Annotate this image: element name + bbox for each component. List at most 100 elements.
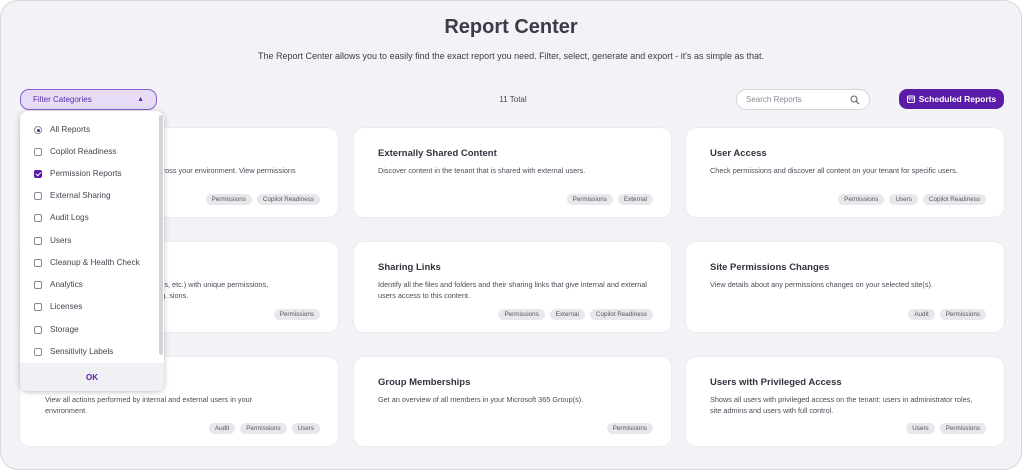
tag: Permissions (939, 309, 986, 320)
scheduled-reports-button[interactable]: Scheduled Reports (899, 89, 1004, 109)
filter-option-audit-logs[interactable]: Audit Logs (34, 213, 89, 222)
card-description: Discover content in the tenant that is s… (378, 166, 586, 175)
filter-option-permission-reports[interactable]: Permission Reports (34, 169, 121, 178)
calendar-icon (906, 95, 915, 103)
checkbox[interactable] (34, 147, 42, 156)
card-description: View all actions performed by internal a… (45, 395, 253, 415)
filter-option-users[interactable]: Users (34, 236, 71, 245)
filter-option-external-sharing[interactable]: External Sharing (34, 191, 111, 200)
filter-categories-button[interactable]: Filter Categories ▲ (20, 89, 157, 110)
card-title: Group Memberships (378, 377, 471, 388)
filter-option-label: External Sharing (50, 191, 111, 200)
checkbox[interactable] (34, 236, 42, 245)
tag: Permissions (240, 423, 287, 434)
card-description: Identify all the files and folders and t… (378, 280, 647, 300)
checkbox[interactable] (34, 169, 42, 178)
tag: Audit (208, 423, 236, 434)
card-tags: Permissions (273, 309, 320, 320)
filter-option-licenses[interactable]: Licenses (34, 302, 82, 311)
card-tags: Permissions Copilot Readiness (205, 194, 320, 205)
card-tags: Permissions External Copilot Readiness (498, 309, 653, 320)
checkbox[interactable] (34, 302, 42, 311)
tag: Copilot Readiness (922, 194, 986, 205)
tag: Users (889, 194, 918, 205)
checkbox[interactable] (34, 325, 42, 334)
filter-option-cleanup-health-check[interactable]: Cleanup & Health Check (34, 258, 140, 267)
search-icon[interactable] (850, 94, 860, 105)
card-description: files, etc.) with unique permissions, e.… (155, 280, 269, 300)
filter-option-label: Permission Reports (50, 169, 122, 178)
report-card-externally-shared-content[interactable]: Externally Shared Content Discover conte… (354, 128, 671, 217)
card-tags: Audit Permissions Users (208, 423, 320, 434)
card-tags: Audit Permissions (908, 309, 986, 320)
tag: Users (291, 423, 320, 434)
filter-option-storage[interactable]: Storage (34, 325, 79, 334)
report-card-site-permissions-changes[interactable]: Site Permissions Changes View details ab… (686, 242, 1004, 332)
dropdown-footer: OK (20, 363, 164, 391)
filter-option-label: Copilot Readiness (50, 147, 117, 156)
filter-option-label: Analytics (50, 280, 83, 289)
card-tags: Permissions (606, 423, 653, 434)
page-title: Report Center (444, 16, 578, 38)
scheduled-reports-label: Scheduled Reports (918, 94, 997, 104)
tag: Audit (908, 309, 935, 320)
report-center-page: Report Center The Report Center allows y… (0, 0, 1022, 470)
search-input[interactable] (746, 95, 846, 104)
report-card-users-with-privileged-access[interactable]: Users with Privileged Access Shows all u… (686, 357, 1004, 446)
card-description: Shows all users with privileged access o… (710, 395, 973, 415)
card-title: Users with Privileged Access (710, 377, 842, 388)
filter-option-label: Cleanup & Health Check (50, 258, 140, 267)
filter-option-sensitivity-labels[interactable]: Sensitivity Labels (34, 347, 113, 356)
filter-option-label: Audit Logs (50, 213, 89, 222)
tag: Users (906, 423, 935, 434)
ok-button[interactable]: OK (86, 373, 98, 382)
filter-categories-dropdown: All Reports Copilot Readiness Permission… (20, 111, 164, 391)
filter-option-all-reports[interactable]: All Reports (34, 125, 90, 134)
report-card-sharing-links[interactable]: Sharing Links Identify all the files and… (354, 242, 671, 332)
card-title: Site Permissions Changes (710, 262, 830, 273)
filter-options-list: All Reports Copilot Readiness Permission… (20, 111, 164, 363)
report-card-user-access[interactable]: User Access Check permissions and discov… (686, 128, 1004, 217)
checkbox[interactable] (34, 258, 42, 267)
card-description: View details about any permissions chang… (710, 280, 933, 289)
filter-categories-label: Filter Categories (33, 95, 92, 104)
card-description: Check permissions and discover all conte… (710, 166, 958, 175)
filter-option-label: Sensitivity Labels (50, 347, 114, 356)
tag: Permissions (205, 194, 252, 205)
radio-button[interactable] (34, 125, 42, 134)
dropdown-scrollbar[interactable] (159, 115, 163, 355)
tag: External (617, 194, 653, 205)
report-card-group-memberships[interactable]: Group Memberships Get an overview of all… (354, 357, 671, 446)
card-description: across your environment. View permission… (155, 166, 296, 175)
checkbox[interactable] (34, 191, 42, 200)
total-count: 11 Total (499, 95, 527, 104)
search-box[interactable] (736, 89, 870, 110)
filter-option-label: Storage (50, 325, 79, 334)
filter-option-label: Licenses (50, 302, 83, 311)
tag: Copilot Readiness (256, 194, 320, 205)
card-tags: Permissions External (566, 194, 653, 205)
tag: Permissions (939, 423, 986, 434)
filter-option-label: All Reports (50, 125, 91, 134)
checkbox[interactable] (34, 347, 42, 356)
chevron-up-icon: ▲ (137, 96, 144, 103)
tag: Permissions (498, 309, 545, 320)
filter-option-copilot-readiness[interactable]: Copilot Readiness (34, 147, 116, 156)
tag: Permissions (606, 423, 653, 434)
checkbox[interactable] (34, 213, 42, 222)
page-subtitle: The Report Center allows you to easily f… (258, 51, 764, 61)
filter-option-label: Users (50, 236, 72, 245)
card-tags: Users Permissions (906, 423, 986, 434)
tag: Permissions (273, 309, 320, 320)
card-description: Get an overview of all members in your M… (378, 395, 584, 404)
filter-option-analytics[interactable]: Analytics (34, 280, 83, 289)
tag: Copilot Readiness (589, 309, 653, 320)
card-title: Sharing Links (378, 262, 441, 273)
card-title: Externally Shared Content (378, 148, 497, 159)
tag: Permissions (566, 194, 613, 205)
card-title: User Access (710, 148, 767, 159)
checkbox[interactable] (34, 280, 42, 289)
tag: Permissions (838, 194, 885, 205)
tag: External (549, 309, 585, 320)
card-tags: Permissions Users Copilot Readiness (838, 194, 986, 205)
